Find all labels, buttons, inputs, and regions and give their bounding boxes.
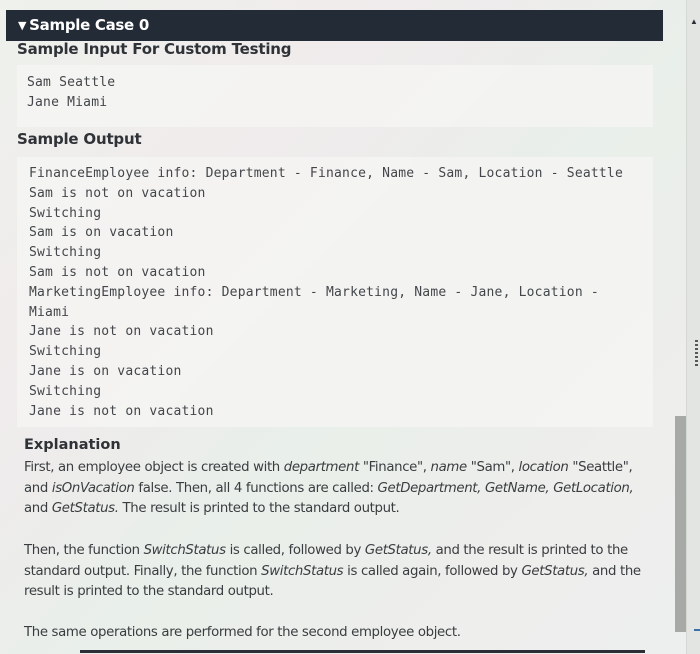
code-term: GetDepartment, bbox=[377, 480, 482, 496]
code-term: GetLocation, bbox=[553, 480, 634, 496]
scroll-position-marker bbox=[694, 629, 700, 631]
sample-input-title: Sample Input For Custom Testing bbox=[17, 40, 292, 58]
text: "Finance", bbox=[358, 460, 431, 475]
output-line: Jane is not on vacation bbox=[29, 403, 214, 419]
code-term: name bbox=[430, 460, 468, 475]
scroll-grip-handle[interactable] bbox=[695, 340, 698, 368]
code-term: GetStatus, bbox=[364, 543, 432, 558]
code-term: department bbox=[283, 460, 360, 475]
text: Then, the function bbox=[24, 543, 144, 558]
input-line: Sam Seattle bbox=[27, 75, 116, 90]
explanation-paragraph-1: First, an employee object is created wit… bbox=[24, 458, 649, 520]
sample-output-box: FinanceEmployee info: Department - Finan… bbox=[17, 157, 653, 427]
code-term: GetStatus, bbox=[521, 563, 589, 579]
sample-case-title: Sample Case 0 bbox=[29, 16, 149, 34]
text: false. Then, all 4 functions are called: bbox=[134, 480, 378, 496]
explanation-paragraph-2: Then, the function SwitchStatus is calle… bbox=[24, 541, 649, 603]
output-line: MarketingEmployee info: Department - Mar… bbox=[29, 284, 599, 300]
text: The result is printed to the standard ou… bbox=[118, 501, 400, 516]
output-line: Jane is not on vacation bbox=[29, 324, 214, 340]
output-line: Switching bbox=[29, 383, 102, 399]
output-line: Miami bbox=[29, 304, 70, 320]
code-term: GetName, bbox=[484, 480, 550, 496]
input-line: Jane Miami bbox=[27, 94, 108, 110]
output-line: FinanceEmployee info: Department - Finan… bbox=[29, 166, 623, 181]
code-term: location bbox=[518, 460, 569, 475]
text: and bbox=[24, 501, 52, 516]
output-line: Switching bbox=[29, 205, 102, 221]
output-line: Sam is not on vacation bbox=[29, 185, 206, 201]
explanation-title: Explanation bbox=[24, 437, 121, 453]
section-divider bbox=[80, 650, 645, 653]
text: "Sam", bbox=[466, 460, 519, 475]
code-term: GetStatus. bbox=[51, 501, 119, 516]
sample-case-toggle[interactable]: ▼ Sample Case 0 bbox=[6, 10, 663, 41]
code-term: SwitchStatus bbox=[143, 543, 226, 558]
text: is called again, followed by bbox=[343, 563, 522, 579]
code-term: SwitchStatus bbox=[261, 563, 344, 579]
triangle-down-icon: ▼ bbox=[18, 19, 27, 32]
explanation-paragraph-3: The same operations are performed for th… bbox=[24, 625, 461, 640]
output-line: Sam is on vacation bbox=[29, 225, 174, 241]
sample-output-title: Sample Output bbox=[17, 130, 142, 148]
sample-input-box: Sam Seattle Jane Miami bbox=[17, 65, 653, 127]
output-line: Switching bbox=[29, 245, 102, 261]
page-scrollbar[interactable] bbox=[686, 0, 700, 654]
text: is called, followed by bbox=[225, 543, 365, 558]
problem-statement-panel: ▼ Sample Case 0 Sample Input For Custom T… bbox=[0, 0, 688, 654]
text: First, an employee object is created wit… bbox=[24, 460, 284, 475]
output-line: Sam is not on vacation bbox=[29, 264, 206, 280]
output-line: Switching bbox=[29, 344, 102, 360]
output-line: Jane is on vacation bbox=[29, 363, 182, 379]
scroll-up-arrow-icon[interactable]: ▲ bbox=[690, 17, 698, 26]
code-term: isOnVacation bbox=[51, 480, 135, 496]
